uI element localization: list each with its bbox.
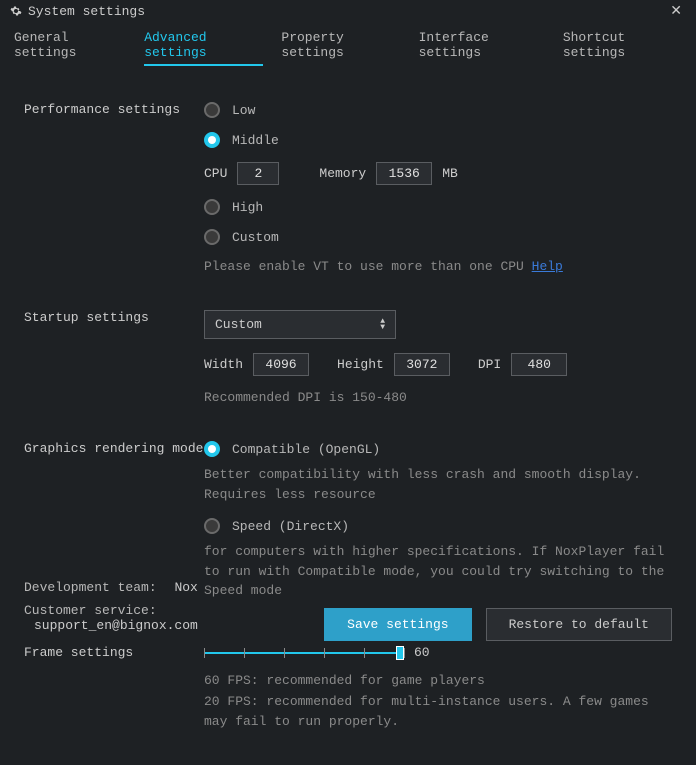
section-frame: Frame settings 60 60 FPS: recommended fo… bbox=[24, 645, 672, 746]
performance-label: Performance settings bbox=[24, 102, 204, 117]
vt-hint: Please enable VT to use more than one CP… bbox=[204, 259, 672, 274]
perf-radio-low[interactable]: Low bbox=[204, 102, 672, 118]
width-label: Width bbox=[204, 357, 243, 372]
radio-label: Middle bbox=[232, 133, 279, 148]
graphics-radio-compatible[interactable]: Compatible (OpenGL) bbox=[204, 441, 672, 457]
radio-icon bbox=[204, 132, 220, 148]
radio-label: High bbox=[232, 200, 263, 215]
dpi-input[interactable] bbox=[511, 353, 567, 376]
memory-unit: MB bbox=[442, 166, 458, 181]
startup-select[interactable]: Custom ▲▼ bbox=[204, 310, 396, 339]
radio-icon bbox=[204, 518, 220, 534]
dev-team-value: Nox bbox=[174, 580, 197, 595]
perf-radio-custom[interactable]: Custom bbox=[204, 229, 672, 245]
width-input[interactable] bbox=[253, 353, 309, 376]
save-button[interactable]: Save settings bbox=[324, 608, 471, 641]
height-input[interactable] bbox=[394, 353, 450, 376]
radio-icon bbox=[204, 229, 220, 245]
startup-dimensions: Width Height DPI bbox=[204, 353, 672, 376]
radio-icon bbox=[204, 441, 220, 457]
select-value: Custom bbox=[215, 317, 262, 332]
help-link[interactable]: Help bbox=[532, 259, 563, 274]
graphics-label: Graphics rendering mode bbox=[24, 441, 204, 456]
radio-label: Compatible (OpenGL) bbox=[232, 442, 380, 457]
dpi-label: DPI bbox=[478, 357, 501, 372]
tab-interface[interactable]: Interface settings bbox=[419, 30, 545, 66]
tabs: General settings Advanced settings Prope… bbox=[0, 22, 696, 72]
startup-label: Startup settings bbox=[24, 310, 204, 325]
frame-desc1: 60 FPS: recommended for game players bbox=[204, 671, 672, 691]
memory-label: Memory bbox=[319, 166, 366, 181]
customer-service-value: support_en@bignox.com bbox=[34, 618, 198, 633]
section-performance: Performance settings Low Middle CPU Memo… bbox=[24, 102, 672, 280]
tab-shortcut[interactable]: Shortcut settings bbox=[563, 30, 682, 66]
footer: Development team: Nox Customer service: … bbox=[0, 570, 696, 659]
dev-team-label: Development team: bbox=[24, 580, 157, 595]
tab-advanced[interactable]: Advanced settings bbox=[144, 30, 263, 66]
height-label: Height bbox=[337, 357, 384, 372]
section-startup: Startup settings Custom ▲▼ Width Height … bbox=[24, 310, 672, 411]
window-title: System settings bbox=[28, 4, 666, 19]
footer-info: Development team: Nox Customer service: … bbox=[24, 580, 324, 641]
cpu-input[interactable] bbox=[237, 162, 279, 185]
radio-label: Low bbox=[232, 103, 255, 118]
frame-desc2: 20 FPS: recommended for multi-instance u… bbox=[204, 692, 672, 731]
restore-button[interactable]: Restore to default bbox=[486, 608, 672, 641]
perf-radio-middle[interactable]: Middle bbox=[204, 132, 672, 148]
graphics-radio-speed[interactable]: Speed (DirectX) bbox=[204, 518, 672, 534]
titlebar: System settings ✕ bbox=[0, 0, 696, 22]
tab-general[interactable]: General settings bbox=[14, 30, 126, 66]
cpu-label: CPU bbox=[204, 166, 227, 181]
memory-input[interactable] bbox=[376, 162, 432, 185]
customer-service-label: Customer service: bbox=[24, 603, 157, 618]
radio-icon bbox=[204, 199, 220, 215]
dpi-hint: Recommended DPI is 150-480 bbox=[204, 390, 672, 405]
gear-icon bbox=[10, 5, 22, 17]
radio-label: Custom bbox=[232, 230, 279, 245]
radio-label: Speed (DirectX) bbox=[232, 519, 349, 534]
perf-radio-high[interactable]: High bbox=[204, 199, 672, 215]
close-icon[interactable]: ✕ bbox=[666, 3, 686, 20]
chevron-updown-icon: ▲▼ bbox=[380, 319, 385, 331]
graphics-compatible-desc: Better compatibility with less crash and… bbox=[204, 465, 672, 504]
tab-property[interactable]: Property settings bbox=[281, 30, 400, 66]
perf-middle-params: CPU Memory MB bbox=[204, 162, 672, 185]
radio-icon bbox=[204, 102, 220, 118]
